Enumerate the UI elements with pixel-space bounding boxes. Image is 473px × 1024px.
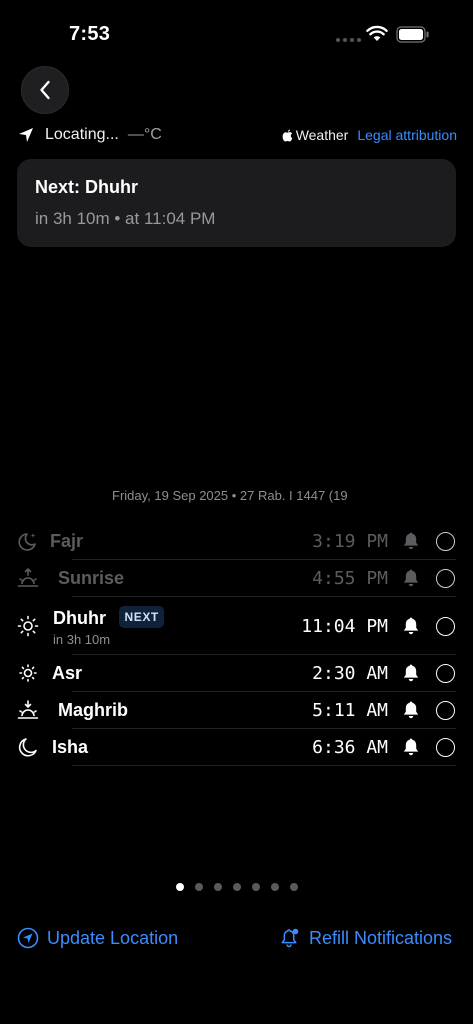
location-arrow-icon [19, 128, 33, 142]
prayer-time: 3:19 PM [312, 530, 388, 552]
bell-icon[interactable] [401, 663, 421, 683]
temperature-label: —°C [127, 126, 162, 143]
prayer-name-block: Dhuhr NEXT in 3h 10m [53, 605, 164, 647]
prayer-row-fajr[interactable]: Fajr 3:19 PM [17, 530, 457, 552]
sunrise-icon [17, 568, 39, 587]
next-prayer-subtitle: in 3h 10m • at 11:04 PM [35, 209, 216, 228]
prayer-time: 5:11 AM [312, 699, 388, 721]
prayer-name: Dhuhr [53, 607, 106, 628]
location-label: Locating... [45, 126, 119, 143]
prayer-name: Maghrib [58, 699, 128, 720]
prayer-name: Asr [52, 662, 83, 683]
moon-star-icon [18, 533, 36, 551]
bell-icon[interactable] [401, 737, 421, 757]
legal-attribution-link[interactable]: Legal attribution [357, 127, 457, 143]
sun-small-icon [19, 664, 37, 682]
page-dot[interactable] [271, 883, 279, 891]
divider [72, 691, 456, 692]
page-dot[interactable] [290, 883, 298, 891]
next-prayer-title: Next: Dhuhr [35, 177, 138, 197]
apple-logo-icon [282, 129, 292, 141]
completion-toggle[interactable] [436, 616, 455, 636]
update-location-label: Update Location [47, 927, 179, 948]
prayer-name: Sunrise [58, 567, 125, 588]
chevron-left-icon [40, 80, 50, 100]
prayer-time: 6:36 AM [312, 736, 388, 758]
refill-notifications-label: Refill Notifications [309, 927, 453, 948]
prayer-name: Fajr [50, 530, 84, 551]
completion-toggle[interactable] [436, 531, 455, 551]
page-dot[interactable] [176, 883, 184, 891]
completion-toggle[interactable] [436, 737, 455, 757]
prayer-time: 11:04 PM [301, 615, 388, 637]
prayer-name: Isha [52, 736, 89, 757]
page-dot[interactable] [195, 883, 203, 891]
next-prayer-card: Next: Dhuhr in 3h 10m • at 11:04 PM [17, 159, 456, 247]
location-row: Locating... —°C Weather Legal attributio… [17, 125, 457, 145]
prayer-time: 2:30 AM [312, 662, 388, 684]
page-dot[interactable] [214, 883, 222, 891]
divider [72, 654, 456, 655]
next-badge: NEXT [119, 605, 164, 628]
divider [72, 559, 456, 560]
bell-badge-icon [281, 928, 299, 948]
weather-attribution: Weather Legal attribution [282, 127, 457, 143]
cellular-signal-icon [336, 38, 361, 42]
divider [72, 596, 456, 597]
completion-toggle[interactable] [436, 700, 455, 720]
location-circle-icon [17, 927, 39, 949]
divider [72, 728, 456, 729]
status-time: 7:53 [69, 23, 111, 45]
prayer-row-isha[interactable]: Isha 6:36 AM [17, 736, 457, 758]
update-location-button[interactable]: Update Location [17, 927, 178, 949]
bell-icon[interactable] [401, 531, 421, 551]
wifi-icon [366, 25, 388, 41]
date-line: Friday, 19 Sep 2025 • 27 Rab. I 1447 (19 [112, 488, 348, 503]
prayer-row-maghrib[interactable]: Maghrib 5:11 AM [17, 699, 457, 721]
sunset-icon [17, 700, 39, 719]
refill-notifications-button[interactable]: Refill Notifications [279, 927, 452, 949]
page-indicator[interactable] [176, 883, 298, 891]
prayer-countdown: in 3h 10m [53, 631, 111, 647]
bell-icon[interactable] [401, 700, 421, 720]
divider [72, 765, 456, 766]
moon-icon [18, 738, 37, 757]
completion-toggle[interactable] [436, 568, 455, 588]
page-dot[interactable] [252, 883, 260, 891]
back-button[interactable] [21, 66, 69, 114]
prayer-row-asr[interactable]: Asr 2:30 AM [17, 662, 457, 684]
prayer-row-sunrise[interactable]: Sunrise 4:55 PM [17, 567, 457, 589]
completion-toggle[interactable] [436, 663, 455, 683]
bell-icon[interactable] [401, 568, 421, 588]
prayer-row-dhuhr[interactable]: Dhuhr NEXT in 3h 10m 11:04 PM [17, 602, 457, 650]
page-dot[interactable] [233, 883, 241, 891]
bell-icon[interactable] [401, 616, 421, 636]
sun-icon [17, 615, 39, 637]
status-bar: 7:53 [0, 0, 473, 60]
prayer-time: 4:55 PM [312, 567, 388, 589]
weather-label: Weather [295, 127, 349, 143]
battery-icon [396, 26, 429, 43]
